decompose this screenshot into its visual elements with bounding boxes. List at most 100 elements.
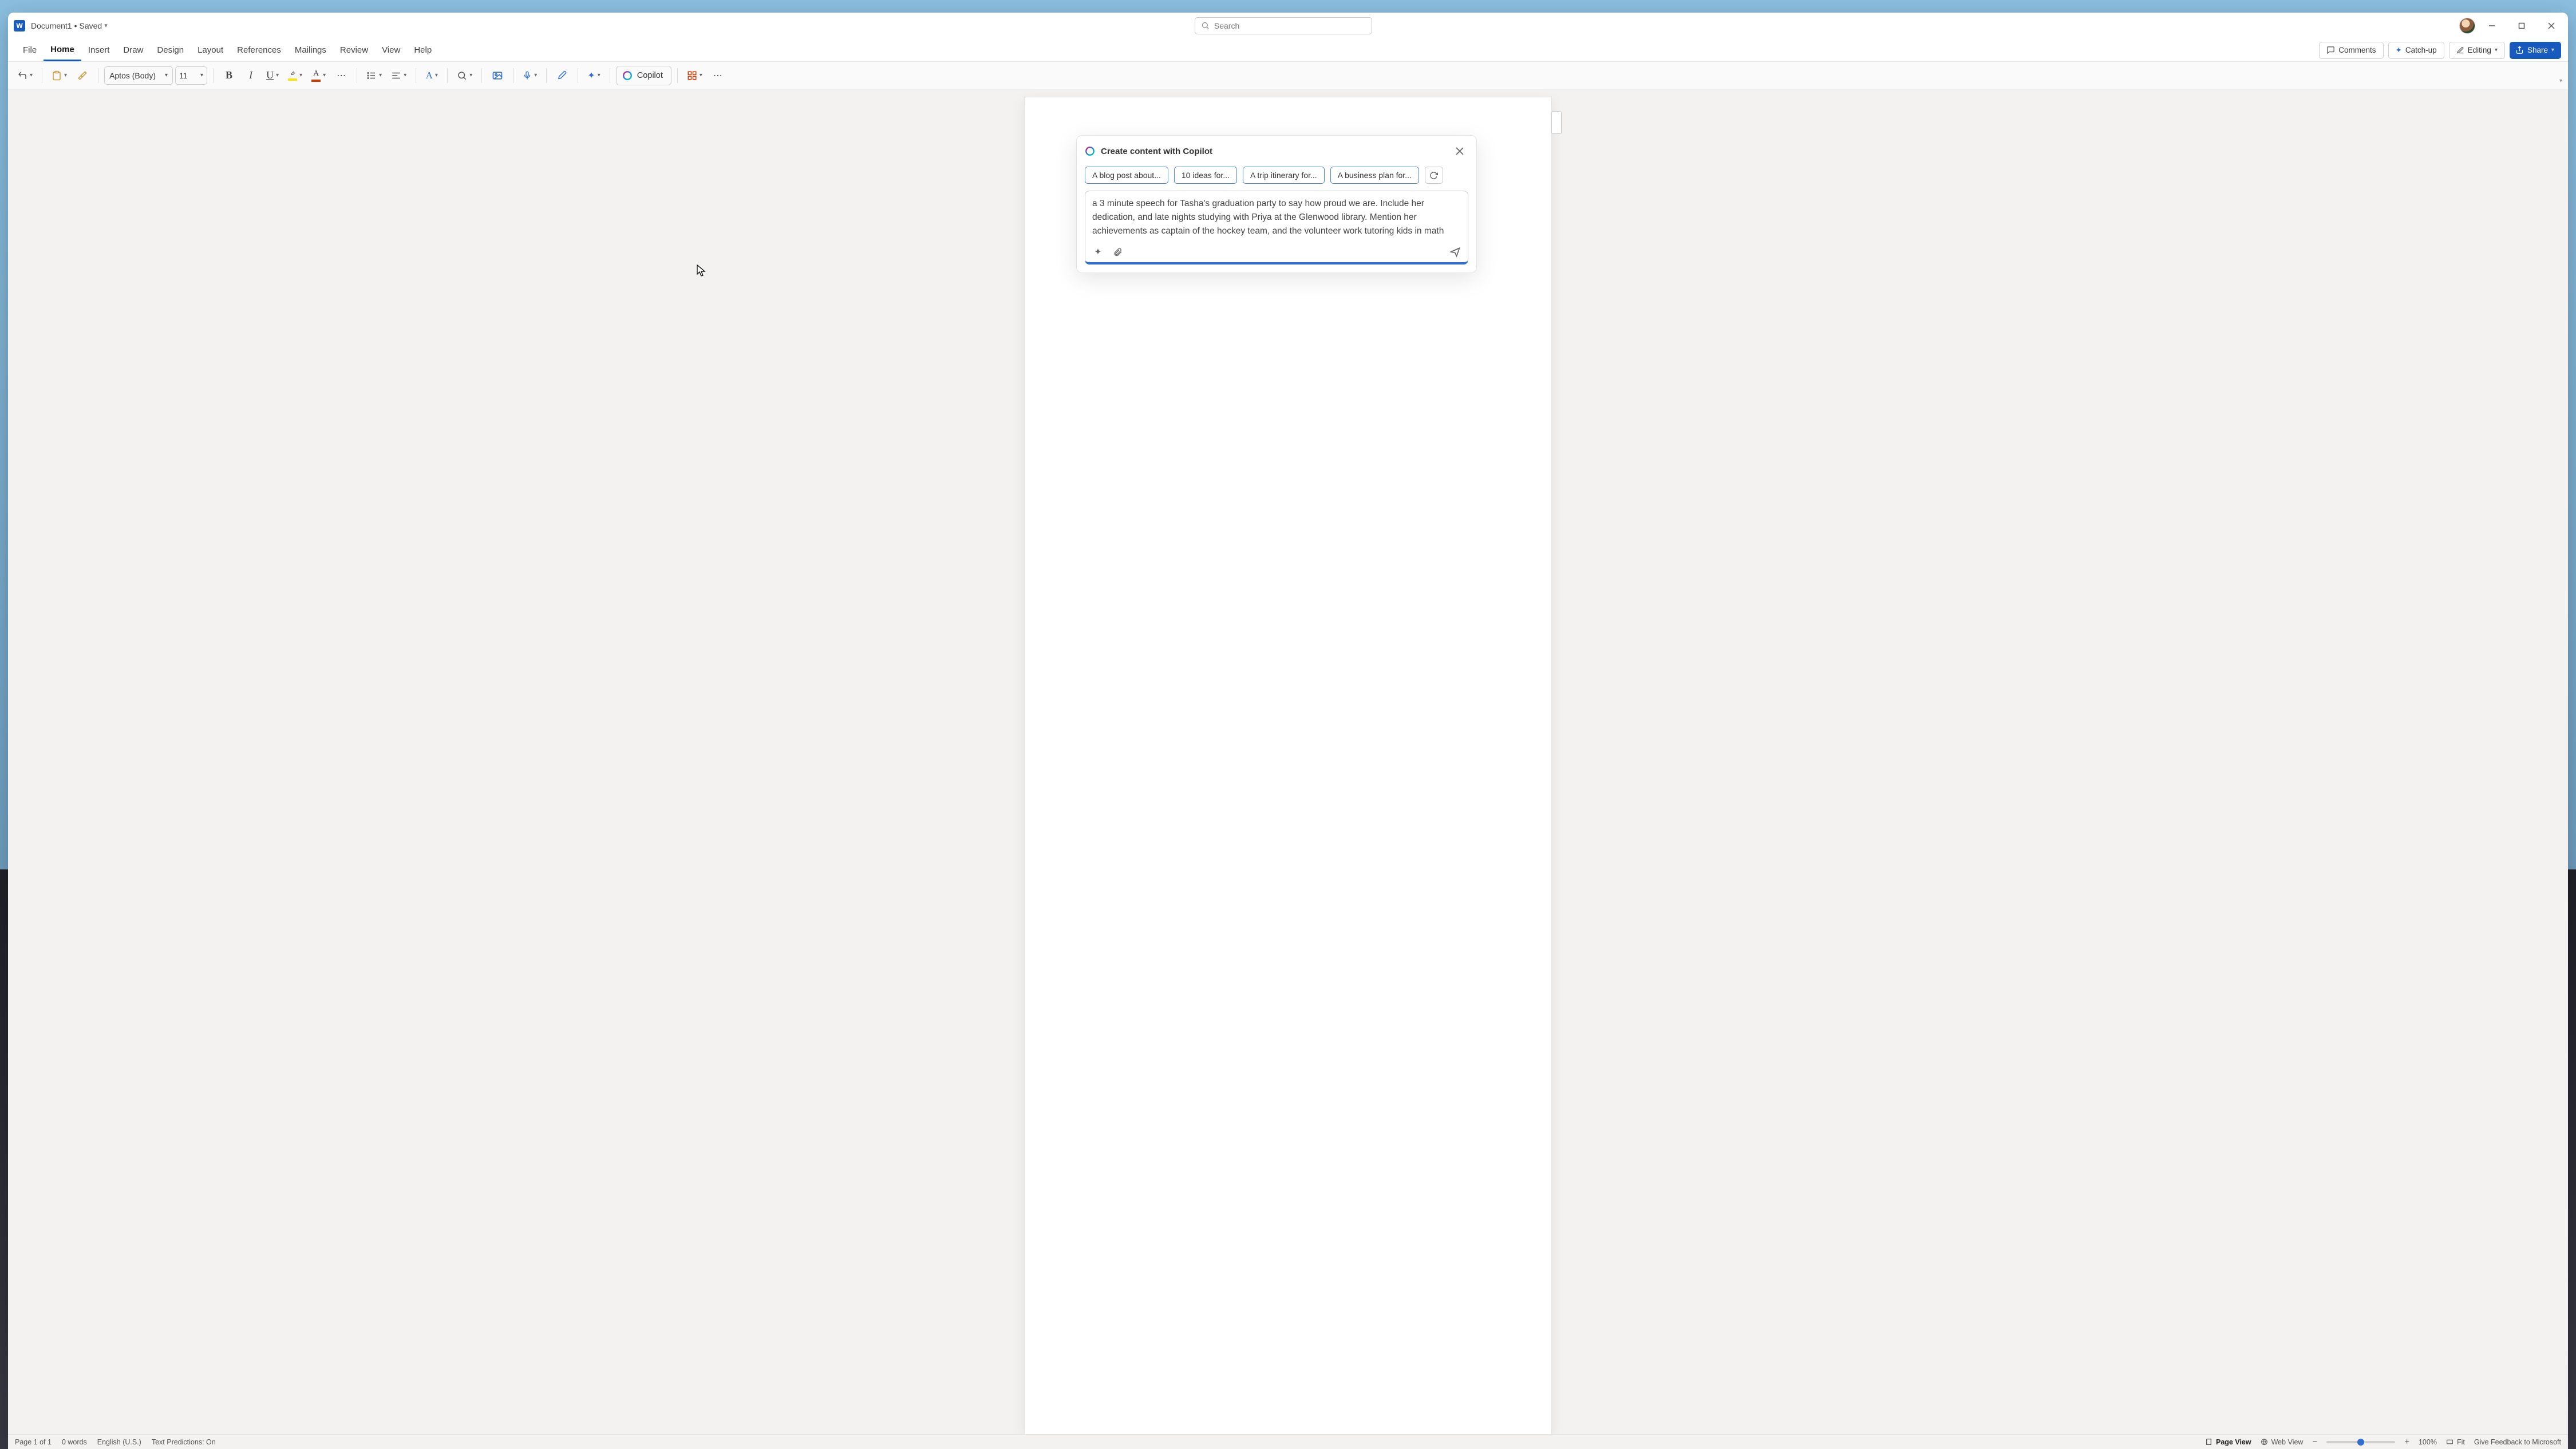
chevron-down-icon: ▾: [200, 72, 203, 78]
list-icon: [366, 70, 377, 81]
zoom-in-button[interactable]: +: [2404, 1437, 2409, 1447]
zoom-level[interactable]: 100%: [2419, 1438, 2437, 1446]
feedback-link[interactable]: Give Feedback to Microsoft: [2474, 1438, 2561, 1446]
paintbrush-icon: [77, 70, 88, 81]
undo-button[interactable]: ▾: [14, 66, 36, 85]
copilot-icon: [622, 70, 633, 81]
undo-icon: [17, 70, 27, 81]
format-painter-button[interactable]: [73, 66, 92, 85]
zoom-slider[interactable]: [2326, 1441, 2395, 1443]
zoom-out-button[interactable]: −: [2312, 1437, 2317, 1447]
more-commands-button[interactable]: ⋯: [708, 66, 728, 85]
web-view-button[interactable]: Web View: [2261, 1438, 2304, 1446]
language-status[interactable]: English (U.S.): [97, 1438, 141, 1446]
text-predictions-status[interactable]: Text Predictions: On: [152, 1438, 216, 1446]
highlight-button[interactable]: ▾: [285, 66, 306, 85]
search-icon: [1201, 21, 1210, 30]
paste-button[interactable]: ▾: [48, 66, 70, 85]
styles-icon: A: [426, 70, 433, 81]
tab-mailings[interactable]: Mailings: [288, 39, 333, 61]
underline-button[interactable]: U▾: [263, 66, 282, 85]
collapse-ribbon-button[interactable]: ▾: [2559, 75, 2562, 85]
save-status: Saved: [80, 21, 102, 30]
sidebar-handle[interactable]: [1551, 111, 1562, 134]
copilot-button[interactable]: Copilot: [616, 66, 671, 85]
page-view-button[interactable]: Page View: [2205, 1438, 2251, 1446]
italic-button[interactable]: I: [241, 66, 260, 85]
italic-icon: I: [249, 69, 252, 81]
copilot-prompt-textarea[interactable]: a 3 minute speech for Tasha's graduation…: [1092, 197, 1461, 240]
app-window: W Document1 • Saved ▾ Search File Home I…: [8, 13, 2568, 1449]
tab-home[interactable]: Home: [44, 39, 81, 61]
tab-insert[interactable]: Insert: [81, 39, 117, 61]
catchup-button[interactable]: ✦ Catch-up: [2388, 42, 2444, 59]
bold-button[interactable]: B: [219, 66, 239, 85]
tab-layout[interactable]: Layout: [191, 39, 230, 61]
chevron-down-icon: ▾: [104, 22, 108, 29]
tab-references[interactable]: References: [230, 39, 288, 61]
ellipsis-icon: ⋯: [337, 70, 346, 81]
close-dialog-button[interactable]: [1451, 143, 1468, 160]
bullets-button[interactable]: ▾: [363, 66, 385, 85]
more-formatting-button[interactable]: ⋯: [331, 66, 351, 85]
document-page[interactable]: Create content with Copilot A blog post …: [1025, 97, 1551, 1434]
globe-icon: [2261, 1438, 2268, 1446]
word-count[interactable]: 0 words: [62, 1438, 87, 1446]
font-size-select[interactable]: 11▾: [175, 66, 207, 85]
comments-button[interactable]: Comments: [2319, 42, 2383, 59]
find-button[interactable]: ▾: [453, 66, 476, 85]
share-button[interactable]: Share ▾: [2510, 42, 2561, 59]
send-prompt-button[interactable]: [1449, 246, 1461, 258]
attach-button[interactable]: [1112, 246, 1123, 258]
inspire-button[interactable]: ✦: [1092, 246, 1104, 258]
microphone-icon: [523, 70, 532, 81]
editor-button[interactable]: [552, 66, 572, 85]
designer-button[interactable]: [488, 66, 507, 85]
tab-help[interactable]: Help: [407, 39, 438, 61]
tab-view[interactable]: View: [375, 39, 407, 61]
minimize-button[interactable]: [2479, 15, 2505, 36]
search-input[interactable]: Search: [1195, 17, 1372, 34]
document-name: Document1: [31, 21, 72, 30]
paperclip-icon: [1113, 247, 1123, 257]
ai-button[interactable]: ✦▾: [584, 66, 603, 85]
chip-10-ideas[interactable]: 10 ideas for...: [1174, 167, 1237, 184]
tab-review[interactable]: Review: [333, 39, 375, 61]
sparkle-icon: ✦: [2396, 46, 2402, 55]
fit-button[interactable]: Fit: [2446, 1438, 2465, 1446]
dictate-button[interactable]: ▾: [519, 66, 540, 85]
editing-mode-button[interactable]: Editing ▾: [2449, 42, 2505, 59]
search-icon: [457, 70, 467, 81]
highlighter-icon: [289, 70, 297, 77]
share-icon: [2515, 46, 2524, 54]
send-icon: [1449, 246, 1461, 258]
chip-business-plan[interactable]: A business plan for...: [1330, 167, 1419, 184]
close-button[interactable]: [2538, 15, 2565, 36]
maximize-button[interactable]: [2508, 15, 2535, 36]
page-count[interactable]: Page 1 of 1: [15, 1438, 52, 1446]
chevron-down-icon: ▾: [2551, 47, 2554, 53]
chip-trip-itinerary[interactable]: A trip itinerary for...: [1243, 167, 1325, 184]
addins-button[interactable]: ▾: [683, 66, 706, 85]
pencil-icon: [2456, 46, 2464, 54]
refresh-icon: [1429, 171, 1438, 180]
refresh-chips-button[interactable]: [1425, 167, 1443, 184]
font-family-select[interactable]: Aptos (Body)▾: [104, 66, 173, 85]
user-avatar[interactable]: [2459, 18, 2475, 34]
close-icon: [1456, 147, 1464, 155]
font-color-button[interactable]: A▾: [308, 66, 329, 85]
document-title[interactable]: Document1 • Saved ▾: [31, 21, 108, 30]
grid-icon: [687, 70, 697, 81]
tab-file[interactable]: File: [16, 39, 44, 61]
chip-blog-post[interactable]: A blog post about...: [1085, 167, 1168, 184]
status-bar: Page 1 of 1 0 words English (U.S.) Text …: [8, 1434, 2568, 1449]
page-icon: [2205, 1438, 2212, 1446]
prompt-suggestion-chips: A blog post about... 10 ideas for... A t…: [1085, 167, 1468, 184]
ellipsis-icon: ⋯: [713, 70, 722, 81]
tab-design[interactable]: Design: [150, 39, 191, 61]
tab-draw[interactable]: Draw: [116, 39, 150, 61]
document-canvas[interactable]: Create content with Copilot A blog post …: [8, 89, 2568, 1434]
align-button[interactable]: ▾: [388, 66, 410, 85]
copilot-prompt-box[interactable]: a 3 minute speech for Tasha's graduation…: [1085, 191, 1468, 264]
styles-button[interactable]: A▾: [422, 66, 441, 85]
